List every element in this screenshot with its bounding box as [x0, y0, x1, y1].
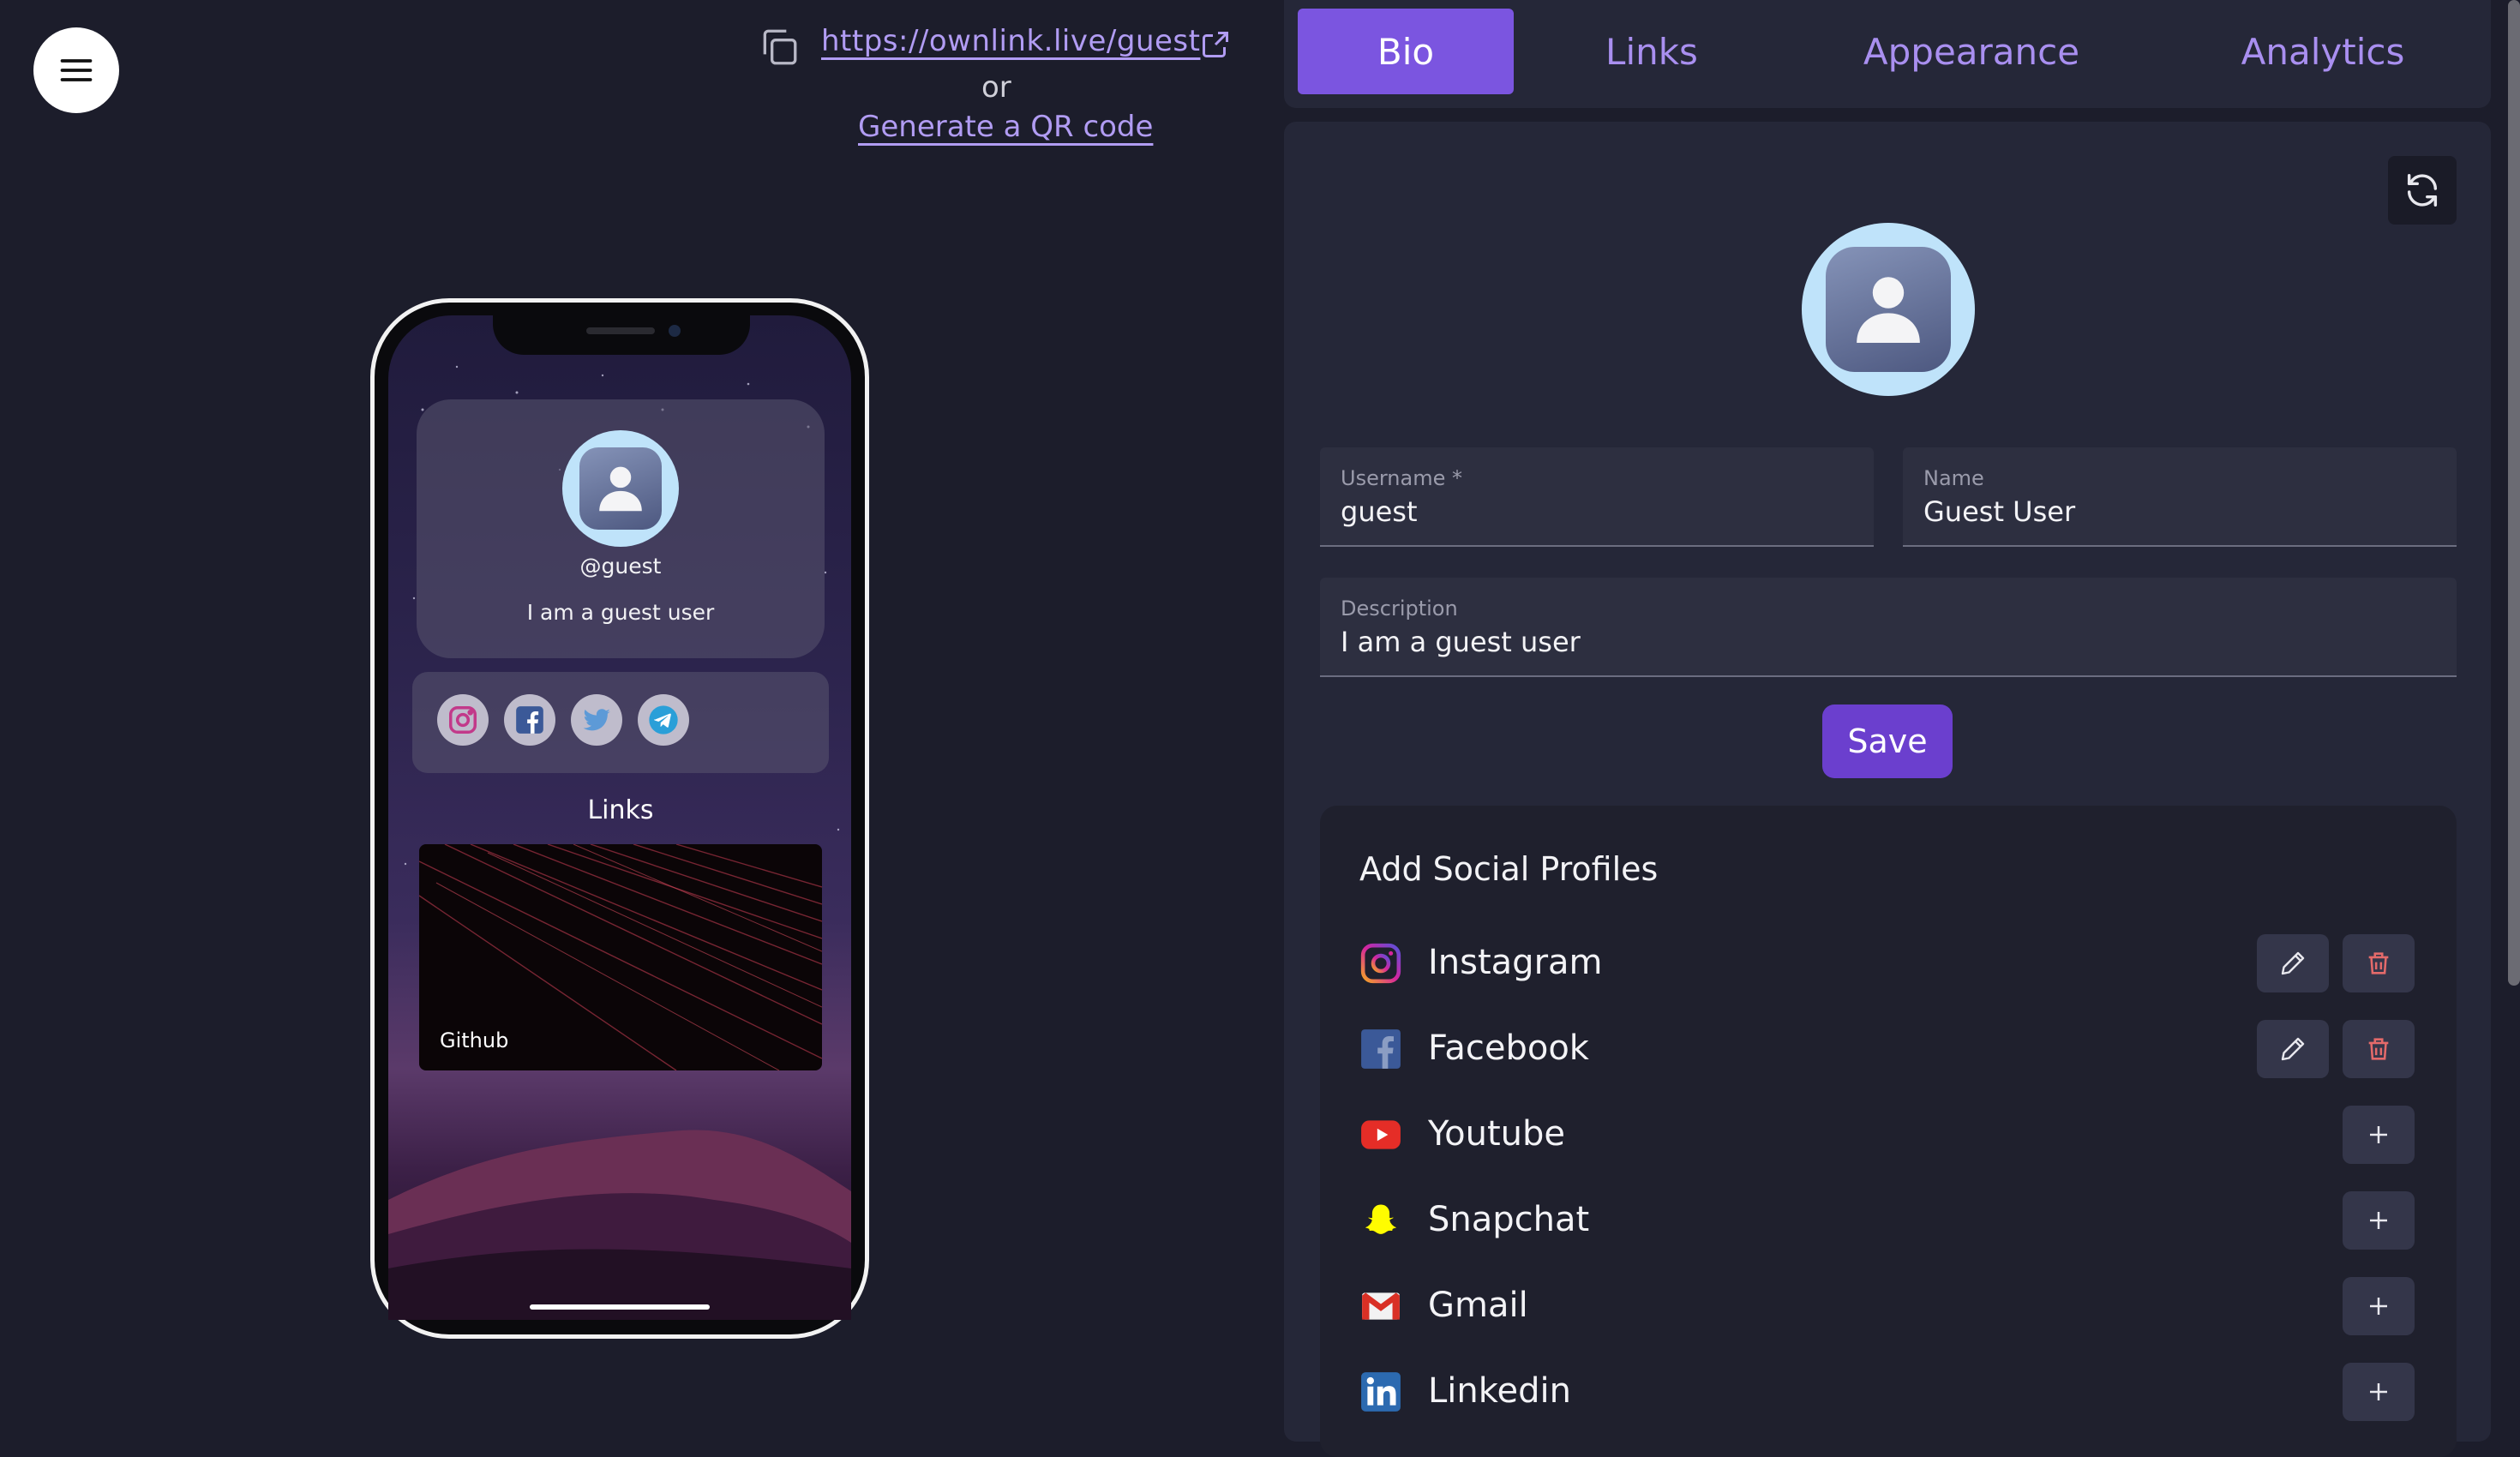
hamburger-icon [60, 59, 93, 81]
twitter-icon[interactable] [571, 694, 622, 746]
phone-home-indicator [530, 1304, 710, 1310]
tab-analytics[interactable]: Analytics [2194, 9, 2451, 94]
youtube-icon [1359, 1113, 1402, 1156]
refresh-button[interactable] [2388, 156, 2457, 225]
preview-avatar [562, 430, 679, 547]
pencil-icon [2281, 1037, 2305, 1061]
user-icon [1857, 277, 1920, 343]
facebook-icon[interactable] [504, 694, 555, 746]
preview-description: I am a guest user [526, 600, 715, 625]
desert-dunes [388, 1130, 851, 1320]
trash-icon [2368, 952, 2389, 974]
page-scrollbar[interactable] [2508, 0, 2520, 986]
facebook-icon [1359, 1028, 1402, 1070]
edit-facebook-button[interactable] [2257, 1020, 2329, 1078]
preview-handle: @guest [579, 554, 662, 579]
plus-icon [2370, 1298, 2387, 1315]
social-label-linkedin: Linkedin [1428, 1371, 1571, 1411]
copy-icon[interactable] [758, 26, 801, 69]
social-profiles-title: Add Social Profiles [1359, 850, 1659, 888]
phone-camera [669, 325, 681, 337]
tab-bio[interactable]: Bio [1298, 9, 1514, 94]
tab-links[interactable]: Links [1553, 9, 1750, 94]
preview-links-title: Links [587, 795, 654, 825]
name-field[interactable]: Name Guest User [1903, 447, 2457, 547]
add-snapchat-button[interactable] [2343, 1191, 2415, 1250]
menu-button[interactable] [33, 27, 119, 113]
plus-icon [2370, 1383, 2387, 1400]
plus-icon [2370, 1126, 2387, 1143]
share-url-link[interactable]: https://ownlink.live/guest [821, 24, 1200, 58]
add-linkedin-button[interactable] [2343, 1363, 2415, 1421]
save-button[interactable]: Save [1822, 705, 1953, 778]
linkedin-icon [1359, 1370, 1402, 1413]
description-field[interactable]: Description I am a guest user [1320, 578, 2457, 677]
phone-notch [493, 314, 750, 355]
social-label-gmail: Gmail [1428, 1286, 1528, 1325]
name-label: Name [1923, 466, 1984, 490]
username-label: Username * [1341, 466, 1462, 490]
tab-appearance[interactable]: Appearance [1817, 9, 2126, 94]
add-gmail-button[interactable] [2343, 1277, 2415, 1335]
add-youtube-button[interactable] [2343, 1106, 2415, 1164]
telegram-icon[interactable] [638, 694, 689, 746]
external-link-icon[interactable] [1200, 29, 1231, 60]
social-label-snapchat: Snapchat [1428, 1200, 1590, 1239]
refresh-icon [2407, 174, 2438, 207]
instagram-icon [1359, 942, 1402, 985]
username-value: guest [1341, 495, 1418, 528]
delete-instagram-button[interactable] [2343, 934, 2415, 992]
snapchat-icon [1359, 1199, 1402, 1242]
or-label: or [981, 70, 1011, 105]
generate-qr-link[interactable]: Generate a QR code [858, 110, 1153, 144]
name-value: Guest User [1923, 495, 2076, 528]
description-value: I am a guest user [1341, 626, 1581, 658]
trash-icon [2368, 1038, 2389, 1060]
social-label-facebook: Facebook [1428, 1028, 1589, 1068]
edit-instagram-button[interactable] [2257, 934, 2329, 992]
description-label: Description [1341, 597, 1458, 621]
social-label-youtube: Youtube [1428, 1114, 1565, 1154]
instagram-icon[interactable] [437, 694, 489, 746]
user-icon [599, 466, 642, 512]
username-field[interactable]: Username * guest [1320, 447, 1874, 547]
pencil-icon [2281, 951, 2305, 975]
social-label-instagram: Instagram [1428, 943, 1603, 982]
profile-avatar[interactable] [1802, 223, 1975, 396]
gmail-icon [1359, 1285, 1402, 1328]
delete-facebook-button[interactable] [2343, 1020, 2415, 1078]
link-card-label: Github [440, 1028, 509, 1052]
phone-speaker [586, 327, 655, 334]
plus-icon [2370, 1212, 2387, 1229]
